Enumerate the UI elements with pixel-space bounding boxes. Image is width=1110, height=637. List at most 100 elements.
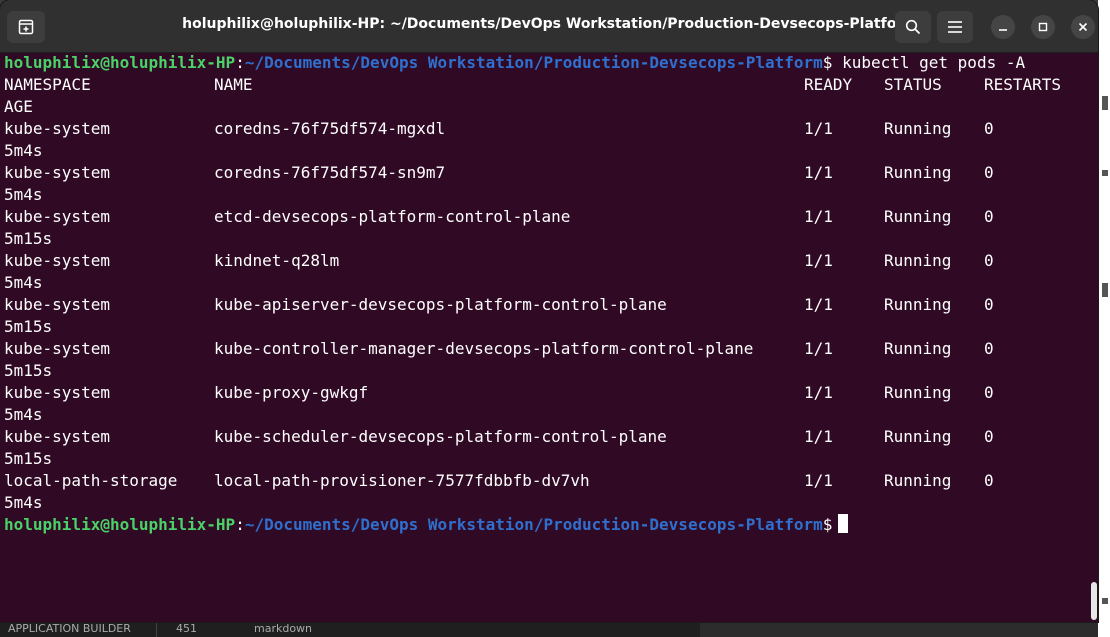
pod-namespace: local-path-storage [4,471,178,490]
pod-status: Running [884,339,952,358]
pod-status: Running [884,163,952,182]
pod-namespace: kube-system [4,339,110,358]
prompt-symbol: $ [822,53,833,72]
minimize-icon [999,29,1007,31]
pod-age: 5m15s [4,361,53,380]
prompt-user: holuphilix@holuphilix-HP [4,515,236,534]
table-row: kube-system coredns-76f75df574-mgxdl 1/1 Ru… [4,118,1094,140]
pod-namespace: kube-system [4,163,110,182]
header-age: AGE [4,97,33,116]
background-panel-label: APPLICATION BUILDER [8,622,131,635]
pod-age: 5m15s [4,317,53,336]
new-tab-icon [18,19,34,35]
pod-status: Running [884,471,952,490]
minimize-button[interactable] [991,15,1015,39]
maximize-icon [1038,22,1048,32]
pod-name: coredns-76f75df574-mgxdl [214,119,446,138]
pod-ready: 1/1 [804,339,833,358]
pod-age: 5m15s [4,449,53,468]
pod-name: etcd-devsecops-platform-control-plane [214,207,571,226]
table-row: kube-system etcd-devsecops-platform-contr… [4,206,1094,228]
pod-age: 5m4s [4,141,43,160]
terminal-window: holuphilix@holuphilix-HP: ~/Documents/De… [0,0,1098,622]
pod-name: local-path-provisioner-7577fdbbfb-dv7vh [214,471,590,490]
search-icon [905,19,921,35]
pod-ready: 1/1 [804,251,833,270]
prompt-user: holuphilix@holuphilix-HP [4,53,236,72]
pod-namespace: kube-system [4,207,110,226]
header-status: STATUS [884,75,942,94]
pod-status: Running [884,383,952,402]
pod-status: Running [884,119,952,138]
background-line-number: 451 [176,622,197,635]
table-row: kube-system kube-scheduler-devsecops-plat… [4,426,1094,448]
titlebar: holuphilix@holuphilix-HP: ~/Documents/De… [0,0,1098,53]
table-row: kube-system kindnet-q28lm 1/1 Running 0 [4,250,1094,272]
prompt-separator: : [235,515,245,534]
pod-restarts: 0 [984,207,994,226]
pod-namespace: kube-system [4,119,110,138]
pod-namespace: kube-system [4,427,110,446]
pod-status: Running [884,295,952,314]
maximize-button[interactable] [1031,15,1055,39]
pod-namespace: kube-system [4,251,110,270]
scrollbar[interactable] [1090,52,1098,622]
pod-name: kindnet-q28lm [214,251,340,270]
header-name: NAME [214,75,253,94]
background-window-edge [1098,0,1110,637]
pod-ready: 1/1 [804,383,833,402]
pod-name: kube-scheduler-devsecops-platform-contro… [214,427,667,446]
pod-age: 5m4s [4,405,43,424]
table-row: kube-system kube-apiserver-devsecops-plat… [4,294,1094,316]
hamburger-menu-icon [948,21,962,33]
new-tab-button[interactable] [7,11,45,43]
table-row: local-path-storage local-path-provisioner… [4,470,1094,492]
pod-name: coredns-76f75df574-sn9m7 [214,163,446,182]
pod-namespace: kube-system [4,295,110,314]
pod-restarts: 0 [984,427,994,446]
table-row: kube-system kube-proxy-gwkgf 1/1 Running 0 [4,382,1094,404]
desktop: APPLICATION BUILDER 451 markdown holuphi… [0,0,1110,637]
pod-restarts: 0 [984,339,994,358]
pod-status: Running [884,207,952,226]
pod-name: kube-controller-manager-devsecops-platfo… [214,339,754,358]
prompt-path: ~/Documents/DevOps Workstation/Productio… [244,53,823,72]
pod-age: 5m4s [4,185,43,204]
close-button[interactable] [1071,15,1095,39]
pod-restarts: 0 [984,471,994,490]
close-icon [1078,22,1088,32]
pod-ready: 1/1 [804,163,833,182]
menu-button[interactable] [937,11,973,43]
prompt-line: holuphilix@holuphilix-HP:~/Documents/Dev… [4,52,1025,74]
prompt-line-current: holuphilix@holuphilix-HP:~/Documents/Dev… [4,514,849,536]
terminal-output[interactable]: holuphilix@holuphilix-HP:~/Documents/Dev… [4,52,1094,622]
pod-namespace: kube-system [4,383,110,402]
search-button[interactable] [895,11,931,43]
command-text: kubectl get pods -A [842,53,1026,72]
header-restarts: RESTARTS [984,75,1062,94]
pod-ready: 1/1 [804,471,833,490]
pod-name: kube-proxy-gwkgf [214,383,369,402]
table-row: kube-system coredns-76f75df574-sn9m7 1/1 Ru… [4,162,1094,184]
pod-age: 5m4s [4,273,43,292]
pod-ready: 1/1 [804,119,833,138]
pod-status: Running [884,251,952,270]
pod-restarts: 0 [984,251,994,270]
pod-name: kube-apiserver-devsecops-platform-contro… [214,295,667,314]
pod-age: 5m15s [4,229,53,248]
text-cursor [838,514,849,533]
header-namespace: NAMESPACE [4,75,91,94]
pod-ready: 1/1 [804,207,833,226]
table-row: kube-system kube-controller-manager-devse… [4,338,1094,360]
scrollbar-thumb[interactable] [1091,582,1097,620]
prompt-separator: : [235,53,245,72]
window-title: holuphilix@holuphilix-HP: ~/Documents/De… [182,16,918,32]
background-editor-strip: APPLICATION BUILDER 451 markdown [0,622,700,637]
background-text: markdown [254,622,313,635]
pod-restarts: 0 [984,163,994,182]
table-header: NAMESPACE NAME READY STATUS RESTARTS [4,74,1094,96]
prompt-path: ~/Documents/DevOps Workstation/Productio… [244,515,823,534]
pod-age: 5m4s [4,493,43,512]
prompt-symbol: $ [822,515,833,534]
header-ready: READY [804,75,853,94]
